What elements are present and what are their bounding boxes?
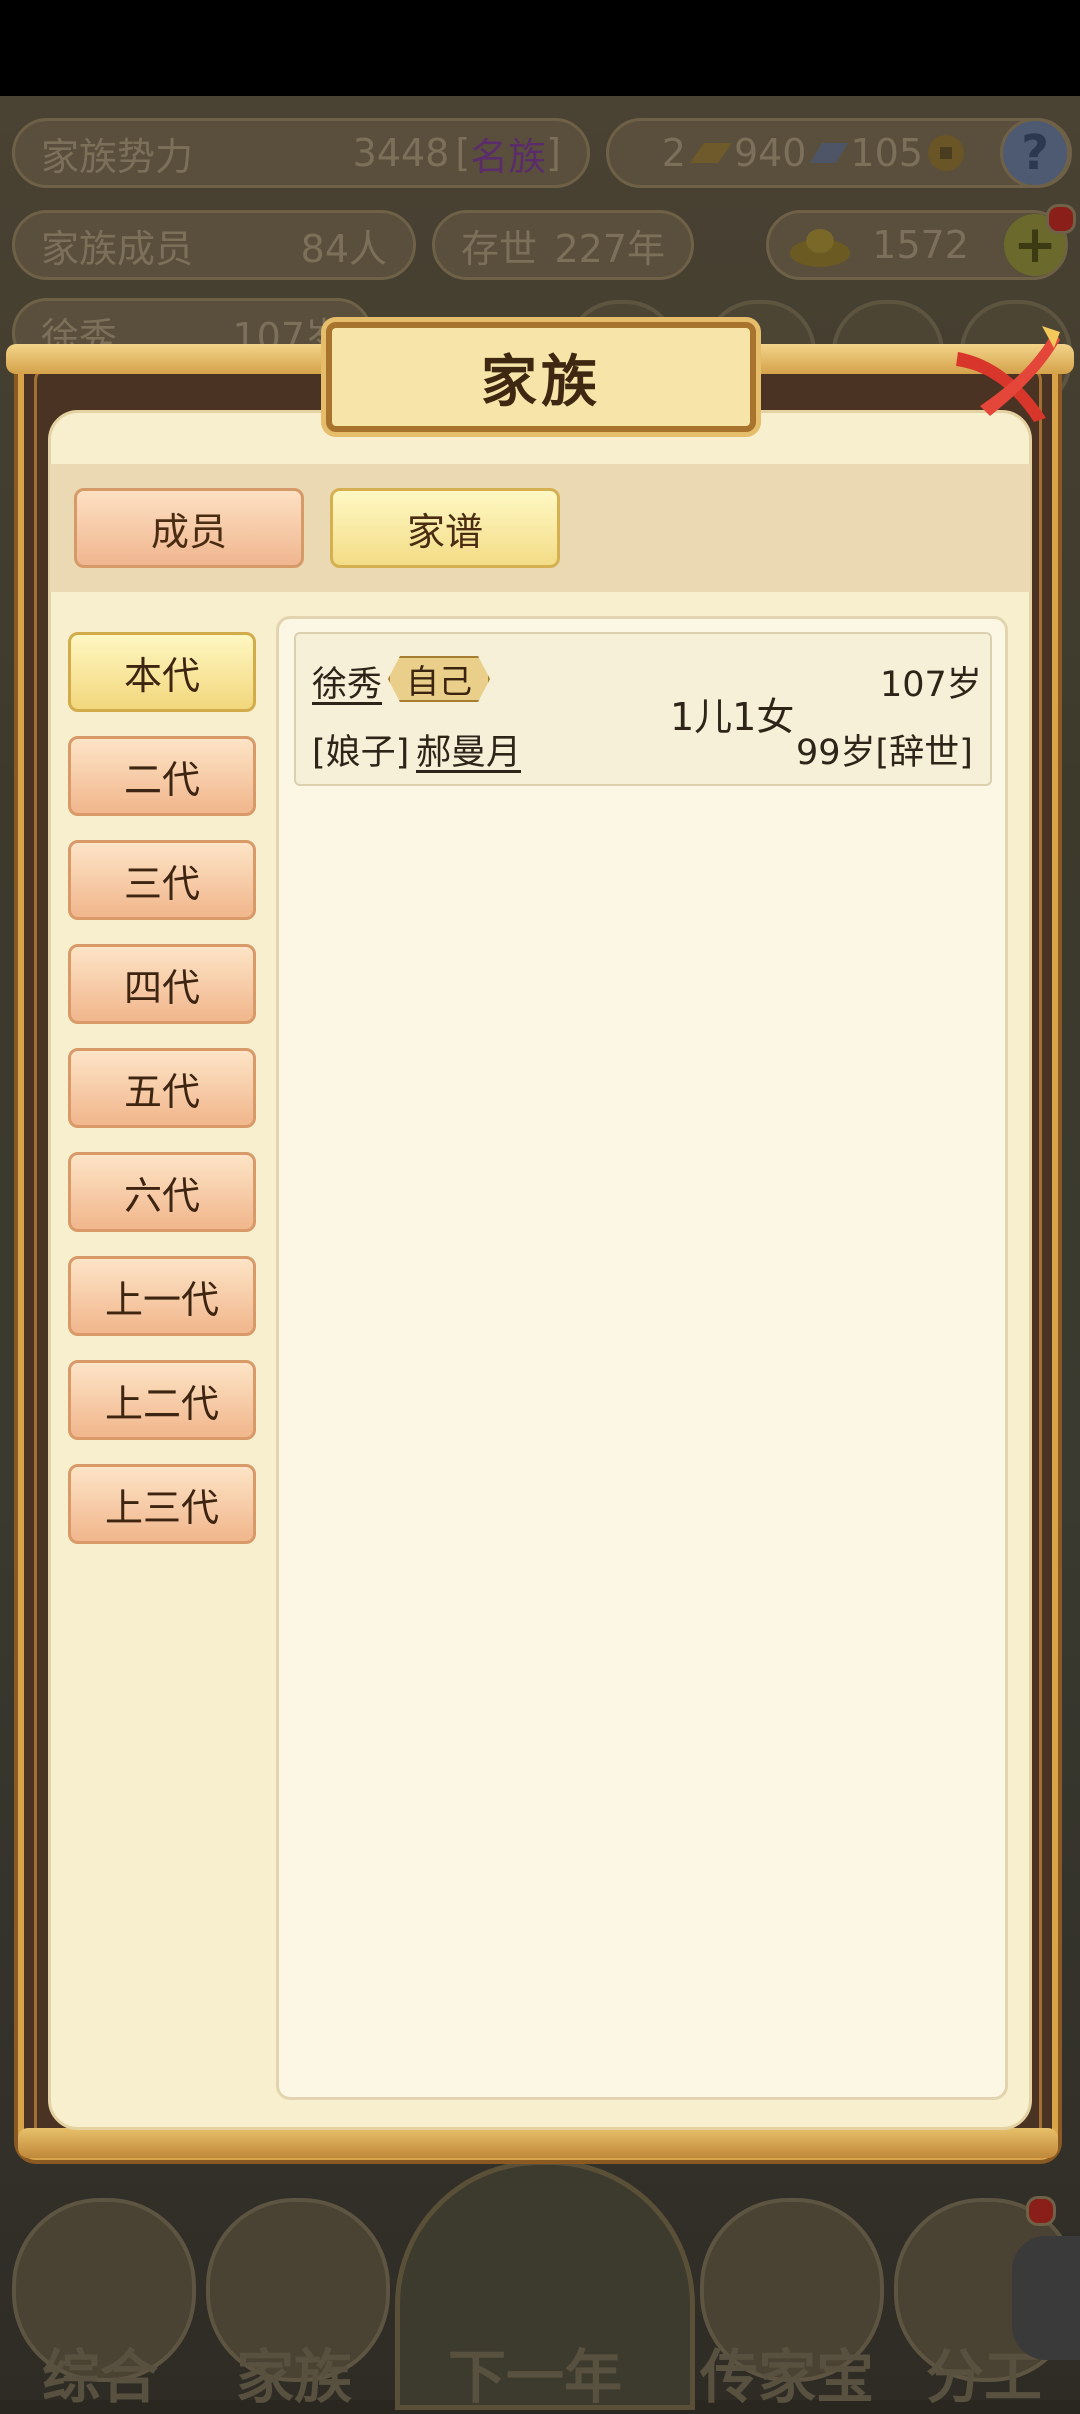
- gold-bar-icon: [689, 143, 732, 163]
- gen-third-button[interactable]: 三代: [68, 840, 256, 920]
- nav-heirloom-label: 传家宝: [700, 2343, 875, 2411]
- family-power-value: 3448: [352, 131, 450, 175]
- gen-second-button[interactable]: 二代: [68, 736, 256, 816]
- status-bar: [0, 0, 1080, 96]
- notification-dot: [1026, 2196, 1056, 2226]
- gen-prev1-button[interactable]: 上一代: [68, 1256, 256, 1336]
- floating-assistant-icon[interactable]: [1012, 2236, 1080, 2360]
- rank-bracket-open: [: [455, 131, 471, 175]
- spouse-name-link[interactable]: 郝曼月: [416, 724, 521, 775]
- gen-prev3-button[interactable]: 上三代: [68, 1464, 256, 1544]
- gen-current-button[interactable]: 本代: [68, 632, 256, 712]
- family-members-pill: 家族成员 84人: [12, 210, 416, 280]
- family-rank-text: 名族: [470, 134, 547, 179]
- member-name-link[interactable]: 徐秀: [312, 656, 382, 707]
- existence-label: 存世: [461, 226, 538, 271]
- family-members-label: 家族成员: [41, 226, 194, 271]
- genealogy-list: [276, 616, 1008, 2100]
- gen-prev2-button[interactable]: 上二代: [68, 1360, 256, 1440]
- coin-icon: [928, 135, 964, 171]
- close-icon: [956, 326, 1060, 422]
- resource-amount-2: 940: [733, 131, 807, 175]
- genealogy-entry: 徐秀 自己 107岁 1儿1女 [娘子] 郝曼月 99岁[辞世]: [294, 632, 992, 786]
- gold-ingot-value: 1572: [872, 223, 969, 267]
- self-badge: 自己: [388, 656, 490, 702]
- resource-amount-3: 105: [850, 131, 923, 175]
- nav-family-label: 家族: [236, 2343, 353, 2411]
- tab-genealogy[interactable]: 家谱: [330, 488, 560, 568]
- family-members-value: 84人: [300, 226, 387, 271]
- modal-title-plaque: 家族: [326, 322, 756, 432]
- spouse-status: 99岁[辞世]: [796, 733, 973, 773]
- help-button[interactable]: ?: [1000, 118, 1070, 188]
- close-button[interactable]: [950, 322, 1062, 426]
- existence-pill: 存世 227年: [432, 210, 694, 280]
- nav-next-year-label: 下一年: [448, 2343, 623, 2411]
- gen-fifth-button[interactable]: 五代: [68, 1048, 256, 1128]
- children-count: 1儿1女: [670, 695, 795, 739]
- gen-sixth-button[interactable]: 六代: [68, 1152, 256, 1232]
- family-power-pill: 家族势力 3448 [ 名族 ]: [12, 118, 590, 188]
- modal-bottom-trim: [18, 2128, 1058, 2158]
- modal-title: 家族: [481, 349, 601, 415]
- spouse-role: [娘子]: [312, 733, 410, 773]
- notification-dot: [1046, 204, 1076, 234]
- gen-fourth-button[interactable]: 四代: [68, 944, 256, 1024]
- family-power-label: 家族势力: [41, 134, 194, 179]
- silver-bar-icon: [810, 143, 849, 163]
- nav-general-label: 综合: [42, 2343, 159, 2411]
- existence-value: 227年: [554, 226, 665, 271]
- gold-ingot-icon: [790, 229, 850, 267]
- tab-members[interactable]: 成员: [74, 488, 304, 568]
- rank-bracket-close: ]: [546, 131, 561, 175]
- resource-amount-1: 2: [661, 131, 686, 175]
- member-age: 107岁: [880, 665, 982, 705]
